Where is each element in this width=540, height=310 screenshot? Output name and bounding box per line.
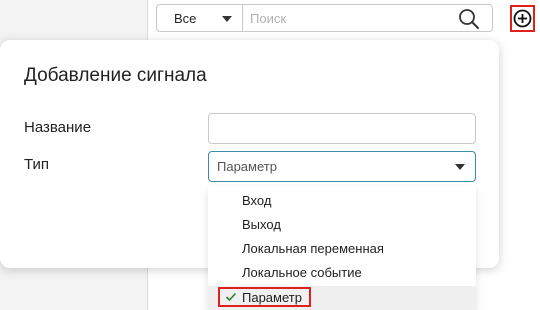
option-label: Выход <box>242 217 281 232</box>
search-bar: Все <box>156 4 493 32</box>
option-label: Локальная переменная <box>242 241 384 256</box>
add-signal-button[interactable] <box>510 5 535 32</box>
chevron-down-icon <box>222 16 232 22</box>
search-icon[interactable] <box>458 8 480 30</box>
name-label: Название <box>24 119 92 136</box>
type-dropdown: Вход Выход Локальная переменная Локально… <box>208 186 476 310</box>
dropdown-option-parameter[interactable]: Параметр <box>208 286 476 310</box>
type-label: Тип <box>24 156 50 173</box>
option-label: Вход <box>242 193 272 208</box>
plus-circle-icon <box>513 9 532 28</box>
option-label: Параметр <box>242 290 302 305</box>
search-input[interactable] <box>250 8 440 28</box>
chevron-down-icon <box>455 164 465 170</box>
dialog-title: Добавление сигнала <box>24 65 207 86</box>
filter-select-value: Все <box>174 11 197 26</box>
selected-option-highlight: Параметр <box>218 287 311 307</box>
dropdown-option-output[interactable]: Выход <box>208 213 476 237</box>
filter-select[interactable]: Все <box>157 5 243 31</box>
dropdown-option-local-event[interactable]: Локальное событие <box>208 261 476 285</box>
check-icon <box>225 292 237 302</box>
dropdown-option-local-variable[interactable]: Локальная переменная <box>208 237 476 261</box>
name-input[interactable] <box>208 113 476 144</box>
type-select[interactable]: Параметр <box>208 151 476 182</box>
dropdown-option-input[interactable]: Вход <box>208 189 476 213</box>
option-label: Локальное событие <box>242 265 362 280</box>
type-select-value: Параметр <box>217 159 277 174</box>
